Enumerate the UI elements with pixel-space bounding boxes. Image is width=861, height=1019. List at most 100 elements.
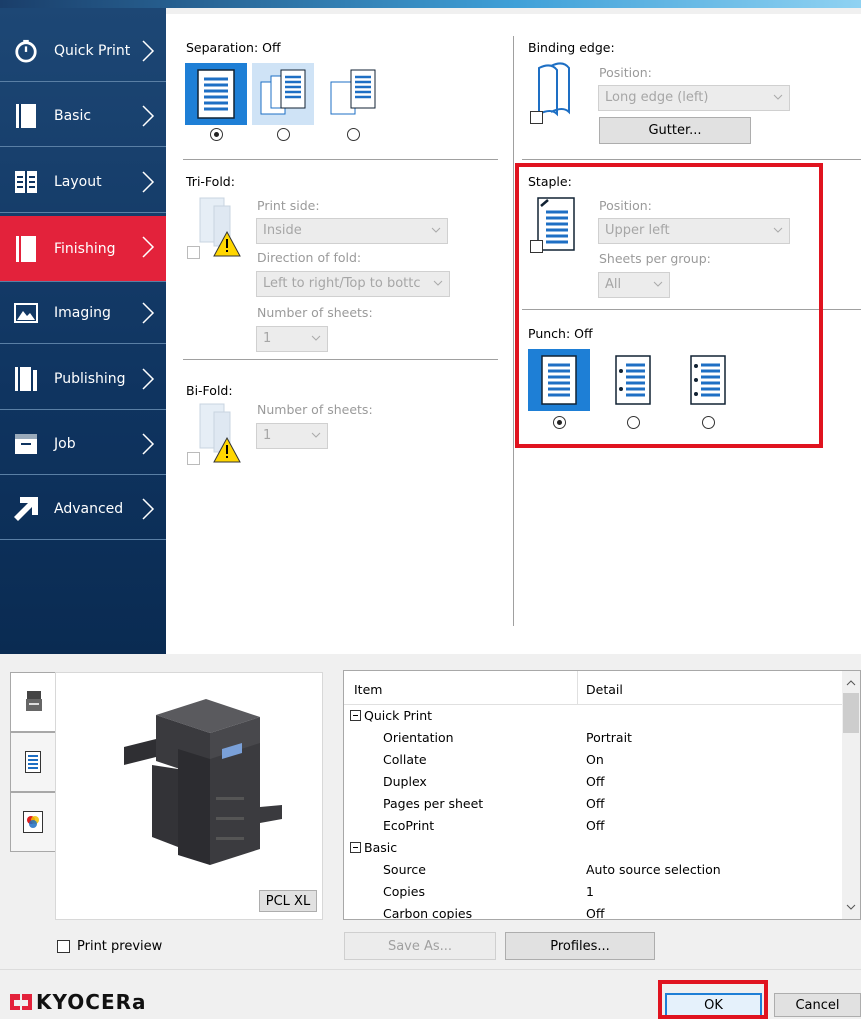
binding-position-select[interactable]: Long edge (left) — [598, 85, 790, 111]
kyocera-logo-text: KYOCERa — [36, 990, 147, 1014]
scroll-down-icon[interactable] — [846, 903, 856, 911]
sidebar-item-label: Advanced — [54, 500, 124, 517]
summary-row[interactable]: Collate On — [344, 749, 844, 771]
sidebar-item-layout[interactable]: Layout — [0, 151, 166, 213]
divider — [183, 359, 498, 360]
chevron-down-icon — [311, 432, 321, 438]
summary-row[interactable]: Carbon copies Off — [344, 903, 844, 920]
collapse-icon[interactable] — [350, 842, 361, 853]
save-as-button[interactable]: Save As... — [344, 932, 496, 960]
summary-detail: Portrait — [586, 730, 632, 745]
trifold-sheets-label: Number of sheets: — [257, 305, 373, 320]
chevron-right-icon — [142, 498, 155, 520]
separation-radio-page[interactable] — [277, 128, 290, 141]
scrollbar-thumb[interactable] — [843, 693, 859, 733]
stacked-documents-icon — [260, 69, 306, 115]
chevron-down-icon — [773, 94, 783, 100]
sidebar-item-finishing[interactable]: Finishing — [0, 216, 166, 282]
sidebar-item-job[interactable]: Job — [0, 413, 166, 475]
tab-printer[interactable] — [10, 672, 56, 732]
chevron-right-icon — [142, 171, 155, 193]
separation-each-page-option[interactable] — [252, 63, 314, 125]
trifold-sheets-select[interactable]: 1 — [256, 326, 328, 352]
printer-image — [124, 699, 282, 865]
binding-edge-checkbox[interactable] — [530, 111, 543, 124]
summary-row[interactable]: Copies 1 — [344, 881, 844, 903]
separation-each-set-option[interactable] — [322, 63, 384, 125]
direction-select[interactable]: Left to right/Top to bottc — [256, 271, 450, 297]
sidebar-item-advanced[interactable]: Advanced — [0, 478, 166, 540]
summary-row[interactable]: EcoPrint Off — [344, 815, 844, 837]
direction-label: Direction of fold: — [257, 250, 362, 265]
color-icon — [23, 811, 43, 833]
trifold-checkbox[interactable] — [187, 246, 200, 259]
sidebar-item-basic[interactable]: Basic — [0, 85, 166, 147]
summary-row[interactable]: Source Auto source selection — [344, 859, 844, 881]
settings-summary-list[interactable]: Item Detail Quick Print Orientation Portra… — [343, 670, 861, 920]
sidebar-item-publishing[interactable]: Publishing — [0, 348, 166, 410]
summary-detail: Off — [586, 796, 605, 811]
collapse-icon[interactable] — [350, 710, 361, 721]
summary-item: Carbon copies — [383, 906, 473, 920]
summary-detail: Auto source selection — [586, 862, 721, 877]
tab-page[interactable] — [10, 732, 56, 792]
sidebar-item-imaging[interactable]: Imaging — [0, 282, 166, 344]
preview-tabs — [10, 672, 56, 852]
summary-item: Orientation — [383, 730, 454, 745]
profiles-button[interactable]: Profiles... — [505, 932, 655, 960]
chevron-down-icon — [431, 227, 441, 233]
print-side-select[interactable]: Inside — [256, 218, 448, 244]
tab-color[interactable] — [10, 792, 56, 852]
column-divider — [513, 36, 514, 626]
print-preview-checkbox[interactable] — [57, 940, 70, 953]
divider — [183, 159, 498, 160]
ok-highlight-box — [658, 980, 768, 1019]
footer-divider — [0, 969, 861, 970]
sidebar-item-quick-print[interactable]: Quick Print — [0, 20, 166, 82]
summary-detail: On — [586, 752, 604, 767]
separation-radio-off[interactable] — [210, 128, 223, 141]
gutter-button[interactable]: Gutter... — [599, 117, 751, 144]
chevron-right-icon — [142, 105, 155, 127]
page-icon — [25, 751, 41, 773]
sidebar-item-label: Imaging — [54, 304, 111, 321]
separation-value: Off — [262, 40, 281, 55]
summary-header: Item Detail — [344, 671, 844, 705]
stopwatch-icon — [14, 39, 38, 63]
kyocera-logo-icon — [10, 994, 32, 1010]
arrow-icon — [14, 496, 38, 521]
sidebar-item-label: Basic — [54, 107, 92, 124]
summary-row[interactable]: Pages per sheet Off — [344, 793, 844, 815]
summary-item: Basic — [364, 840, 398, 855]
sidebar-item-label: Publishing — [54, 370, 126, 387]
highlight-box — [515, 163, 823, 448]
layout-icon — [14, 170, 38, 194]
publishing-icon — [14, 366, 38, 391]
column-divider — [577, 671, 578, 705]
summary-group-row[interactable]: Basic — [344, 837, 844, 859]
summary-item: Collate — [383, 752, 427, 767]
scroll-up-icon[interactable] — [846, 679, 856, 687]
divider — [522, 159, 861, 160]
sidebar-item-label: Job — [54, 435, 76, 452]
chevron-down-icon — [433, 280, 443, 286]
cancel-button[interactable]: Cancel — [774, 993, 861, 1017]
job-icon — [14, 432, 38, 456]
scrollbar[interactable] — [842, 671, 860, 919]
pcl-xl-button[interactable]: PCL XL — [259, 890, 317, 912]
summary-group-row[interactable]: Quick Print — [344, 705, 844, 727]
separation-radio-set[interactable] — [347, 128, 360, 141]
separation-heading: Separation: Off — [186, 40, 281, 55]
summary-item: Source — [383, 862, 426, 877]
summary-row[interactable]: Duplex Off — [344, 771, 844, 793]
bifold-sheets-select[interactable]: 1 — [256, 423, 328, 449]
separation-off-option[interactable] — [185, 63, 247, 125]
summary-row[interactable]: Orientation Portrait — [344, 727, 844, 749]
bifold-checkbox[interactable] — [187, 452, 200, 465]
chevron-right-icon — [142, 433, 155, 455]
chevron-right-icon — [142, 40, 155, 62]
kyocera-logo: KYOCERa — [10, 990, 147, 1014]
bifold-sheets-label: Number of sheets: — [257, 402, 373, 417]
sidebar: Quick Print Basic Layout Finishing Imagi… — [0, 8, 166, 654]
summary-item: Pages per sheet — [383, 796, 484, 811]
